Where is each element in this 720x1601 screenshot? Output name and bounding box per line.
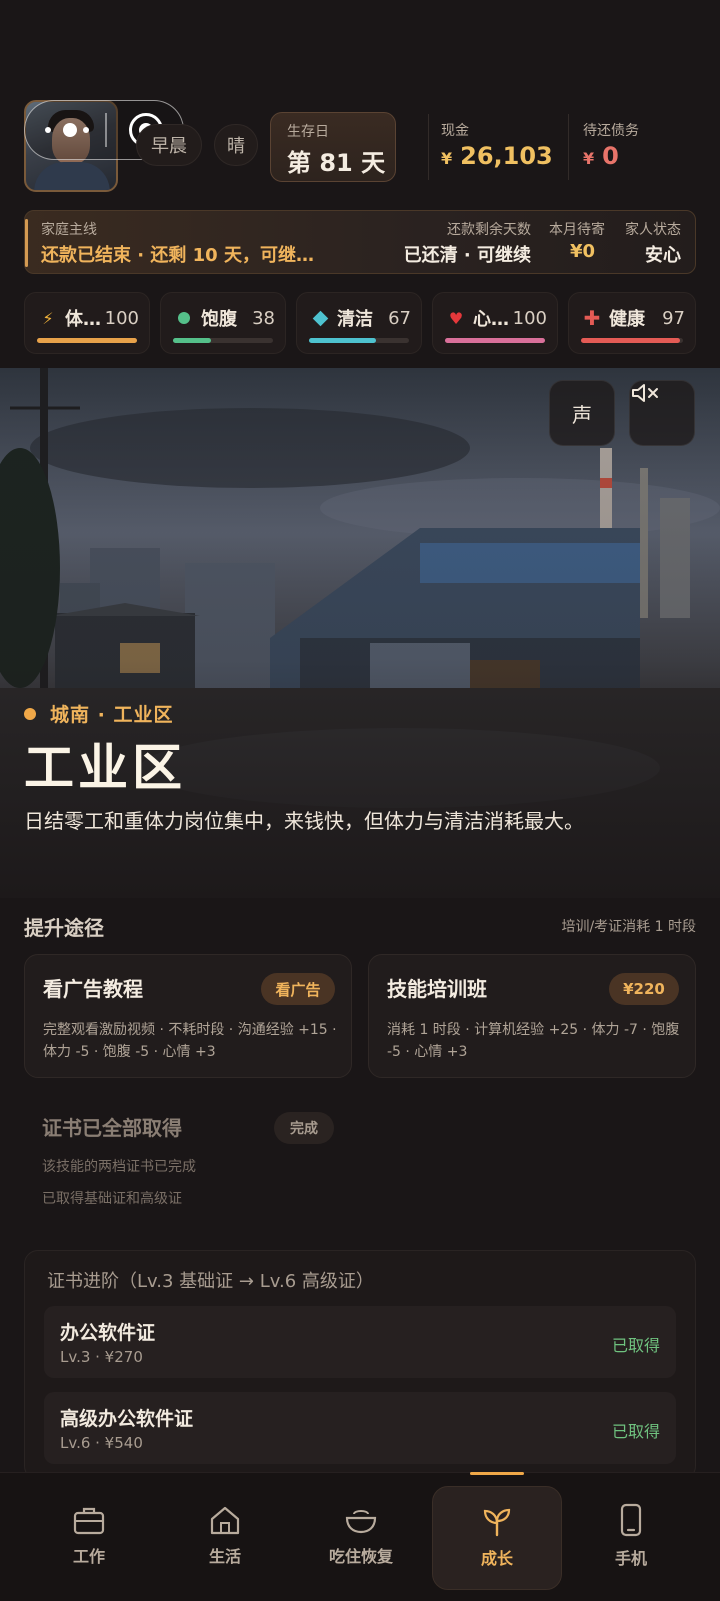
circle-icon	[173, 309, 195, 328]
complete-badge: 完成	[274, 1112, 334, 1144]
cash-value: ¥26,103	[441, 142, 553, 170]
stat-cleanliness[interactable]: 清洁 67	[296, 292, 422, 354]
location-title: 工业区	[24, 739, 186, 797]
briefcase-icon	[73, 1507, 105, 1535]
family-mainline-bar[interactable]: 家庭主线 还款已结束 · 还剩 10 天，可继… 还款剩余天数 已还清 · 可继…	[24, 210, 696, 274]
cash-amount: 26,103	[460, 142, 553, 170]
stat-value: 67	[388, 307, 411, 329]
plus-icon: ✚	[583, 306, 601, 330]
repay-days-value: 已还清 · 可继续	[403, 245, 531, 266]
family-state-value: 安心	[645, 245, 681, 266]
stat-name: 体…	[65, 309, 101, 330]
cert-panel-title: 证书进阶（Lv.3 基础证 → Lv.6 高级证）	[47, 1271, 374, 1292]
nav-phone[interactable]: 手机	[566, 1472, 696, 1600]
sound-label: 声	[572, 402, 592, 427]
debt-currency: ¥	[583, 149, 595, 168]
family-state-label: 家人状态	[625, 222, 681, 238]
stat-name: 饱腹	[201, 309, 237, 330]
nav-life[interactable]: 生活	[160, 1472, 290, 1600]
nav-label: 生活	[208, 1547, 241, 1566]
nav-label: 成长	[480, 1549, 513, 1568]
cert-status: 已取得	[611, 1422, 660, 1441]
repay-days-label: 还款剩余天数	[447, 222, 531, 238]
speaker-mute-icon	[632, 384, 658, 402]
card-description: 消耗 1 时段 · 计算机经验 +25 · 体力 -7 · 饱腹 -5 · 心情…	[387, 1022, 680, 1060]
card-title: 证书已全部取得	[42, 1116, 182, 1140]
cert-name: 高级办公软件证	[60, 1408, 194, 1430]
cert-name: 办公软件证	[60, 1322, 156, 1344]
mute-button[interactable]	[629, 380, 695, 446]
debt-label: 待还债务	[583, 123, 639, 139]
monthly-send-value: ¥0	[569, 241, 595, 262]
stat-name: 清洁	[337, 309, 373, 330]
cert-level-price: Lv.6 · ¥540	[60, 1434, 143, 1452]
certificates-complete-card: 证书已全部取得 完成 该技能的两档证书已完成 已取得基础证和高级证	[24, 1094, 352, 1224]
heart-icon: ♥	[448, 308, 464, 328]
stat-bar-fill	[445, 338, 545, 343]
location-breadcrumb: 城南 · 工业区	[50, 704, 174, 726]
nav-food-rest[interactable]: 吃住恢复	[296, 1472, 426, 1600]
ad-tutorial-card[interactable]: 看广告教程 看广告 完整观看激励视频 · 不耗时段 · 沟通经验 +15 · 体…	[24, 954, 352, 1078]
cert-status: 已取得	[611, 1336, 660, 1355]
survival-day-box: 生存日 第 81 天	[270, 112, 396, 182]
cash-label: 现金	[441, 123, 469, 139]
nav-label: 工作	[72, 1547, 105, 1566]
time-of-day-badge: 早晨	[136, 124, 202, 166]
cert-level-price: Lv.3 · ¥270	[60, 1348, 143, 1366]
day-value: 第 81 天	[287, 149, 386, 177]
watch-ad-button[interactable]: 看广告	[261, 973, 335, 1005]
debt-amount: 0	[602, 142, 619, 170]
card-title: 看广告教程	[43, 977, 143, 1001]
more-icon[interactable]	[45, 123, 97, 137]
cash-currency: ¥	[441, 149, 453, 168]
nav-label: 吃住恢复	[328, 1547, 393, 1566]
location-description: 日结零工和重体力岗位集中，来钱快，但体力与清洁消耗最大。	[24, 809, 584, 833]
cert-done-line-2: 已取得基础证和高级证	[42, 1191, 182, 1207]
stat-value: 100	[512, 307, 547, 329]
skill-training-card[interactable]: 技能培训班 ¥220 消耗 1 时段 · 计算机经验 +25 · 体力 -7 ·…	[368, 954, 696, 1078]
debt-value: ¥0	[583, 142, 619, 170]
stat-bar-fill	[581, 338, 680, 343]
stat-value: 100	[104, 307, 139, 329]
training-price-button[interactable]: ¥220	[609, 973, 679, 1005]
stat-bar-fill	[173, 338, 211, 343]
stat-health[interactable]: ✚ 健康 97	[568, 292, 696, 354]
nav-work[interactable]: 工作	[24, 1472, 154, 1600]
family-main-value: 还款已结束 · 还剩 10 天，可继…	[41, 245, 314, 266]
weather-badge: 晴	[214, 124, 258, 166]
nav-label: 手机	[614, 1549, 647, 1568]
monthly-send-label: 本月待寄	[549, 222, 605, 238]
cert-item[interactable]: 办公软件证 Lv.3 · ¥270 已取得	[44, 1306, 676, 1378]
card-title: 技能培训班	[387, 977, 487, 1001]
stat-value: 97	[662, 307, 685, 329]
sound-button[interactable]: 声	[549, 380, 615, 446]
stat-satiety[interactable]: 饱腹 38	[160, 292, 286, 354]
home-icon	[210, 1506, 240, 1535]
stat-mood[interactable]: ♥ 心… 100	[432, 292, 558, 354]
location-dot-icon	[24, 708, 36, 720]
sprout-icon	[483, 1508, 511, 1537]
cert-done-line-1: 该技能的两档证书已完成	[42, 1159, 196, 1175]
day-label: 生存日	[287, 124, 329, 140]
stat-stamina[interactable]: ⚡ 体… 100	[24, 292, 150, 354]
bowl-icon	[345, 1510, 377, 1534]
active-tab-indicator	[470, 1472, 524, 1475]
diamond-icon	[309, 309, 331, 328]
lightning-icon: ⚡	[42, 308, 54, 328]
stat-name: 心…	[473, 309, 509, 330]
stat-name: 健康	[609, 309, 645, 330]
location-hero: 声 城南 · 工业区 工业区 日结零工和重体力岗位集中，来钱快，但体力与清洁消耗…	[0, 368, 720, 898]
stat-bar-fill	[309, 338, 376, 343]
stat-value: 38	[252, 307, 275, 329]
section-note: 培训/考证消耗 1 时段	[561, 919, 696, 935]
section-title: 提升途径	[24, 916, 104, 940]
family-main-label: 家庭主线	[41, 222, 97, 238]
cert-item[interactable]: 高级办公软件证 Lv.6 · ¥540 已取得	[44, 1392, 676, 1464]
nav-growth[interactable]: 成长	[432, 1486, 562, 1590]
phone-icon	[620, 1503, 642, 1537]
stat-bar-fill	[37, 338, 137, 343]
card-description: 完整观看激励视频 · 不耗时段 · 沟通经验 +15 · 体力 -5 · 饱腹 …	[43, 1022, 337, 1060]
